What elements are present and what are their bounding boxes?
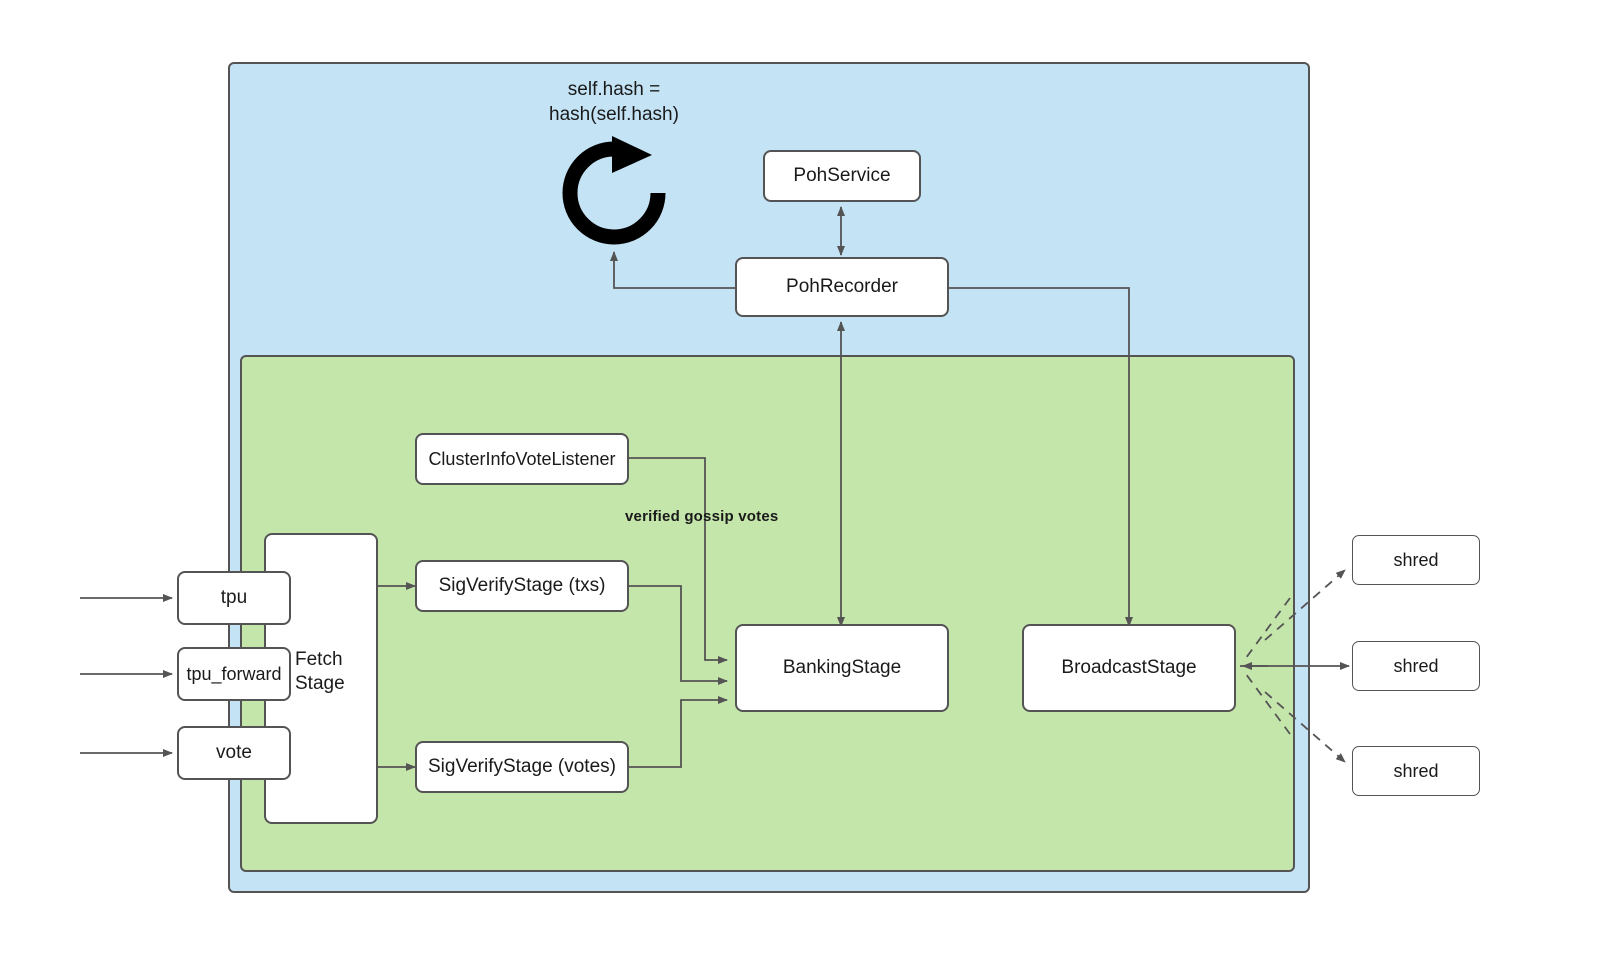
- edge-label-verified-gossip-votes: verified gossip votes: [625, 508, 779, 525]
- node-cluster-info-vote-listener[interactable]: ClusterInfoVoteListener: [415, 433, 629, 485]
- node-sigverify-votes-label: SigVerifyStage (votes): [428, 756, 616, 778]
- node-poh-recorder-label: PohRecorder: [786, 276, 898, 298]
- hash-loop-caption-line1: self.hash =: [567, 79, 661, 100]
- node-banking-stage-label: BankingStage: [782, 657, 902, 679]
- node-poh-service-label: PohService: [793, 165, 891, 187]
- node-tpu-forward-label: tpu_forward: [186, 663, 282, 684]
- node-cluster-info-vote-listener-label: ClusterInfoVoteListener: [428, 448, 616, 469]
- node-shred-3[interactable]: shred: [1352, 746, 1480, 796]
- node-fetch-stage-label-line1: Fetch: [295, 649, 343, 670]
- node-sigverify-votes[interactable]: SigVerifyStage (votes): [415, 741, 629, 793]
- node-tpu[interactable]: tpu: [177, 571, 291, 625]
- node-poh-recorder[interactable]: PohRecorder: [735, 257, 949, 317]
- hash-loop-caption: self.hash = hash(self.hash): [504, 78, 724, 127]
- node-shred-1[interactable]: shred: [1352, 535, 1480, 585]
- hash-loop-caption-line2: hash(self.hash): [549, 103, 679, 125]
- node-broadcast-stage-label: BroadcastStage: [1061, 657, 1197, 679]
- node-shred-2[interactable]: shred: [1352, 641, 1480, 691]
- node-vote[interactable]: vote: [177, 726, 291, 780]
- node-tpu-label: tpu: [220, 587, 248, 609]
- node-tpu-forward[interactable]: tpu_forward: [177, 647, 291, 701]
- node-shred-3-label: shred: [1393, 760, 1439, 781]
- refresh-loop-icon: [562, 136, 666, 245]
- node-shred-2-label: shred: [1393, 655, 1439, 676]
- node-banking-stage[interactable]: BankingStage: [735, 624, 949, 712]
- node-vote-label: vote: [216, 742, 252, 764]
- tpu-container: [240, 355, 1295, 872]
- node-poh-service[interactable]: PohService: [763, 150, 921, 202]
- node-broadcast-stage[interactable]: BroadcastStage: [1022, 624, 1236, 712]
- diagram-canvas: self.hash = hash(self.hash) PohService P…: [0, 0, 1600, 953]
- node-fetch-stage-label: Fetch Stage: [295, 648, 345, 696]
- node-sigverify-txs-label: SigVerifyStage (txs): [438, 575, 606, 597]
- node-fetch-stage-label-line2: Stage: [295, 672, 345, 694]
- node-shred-1-label: shred: [1393, 549, 1439, 570]
- node-sigverify-txs[interactable]: SigVerifyStage (txs): [415, 560, 629, 612]
